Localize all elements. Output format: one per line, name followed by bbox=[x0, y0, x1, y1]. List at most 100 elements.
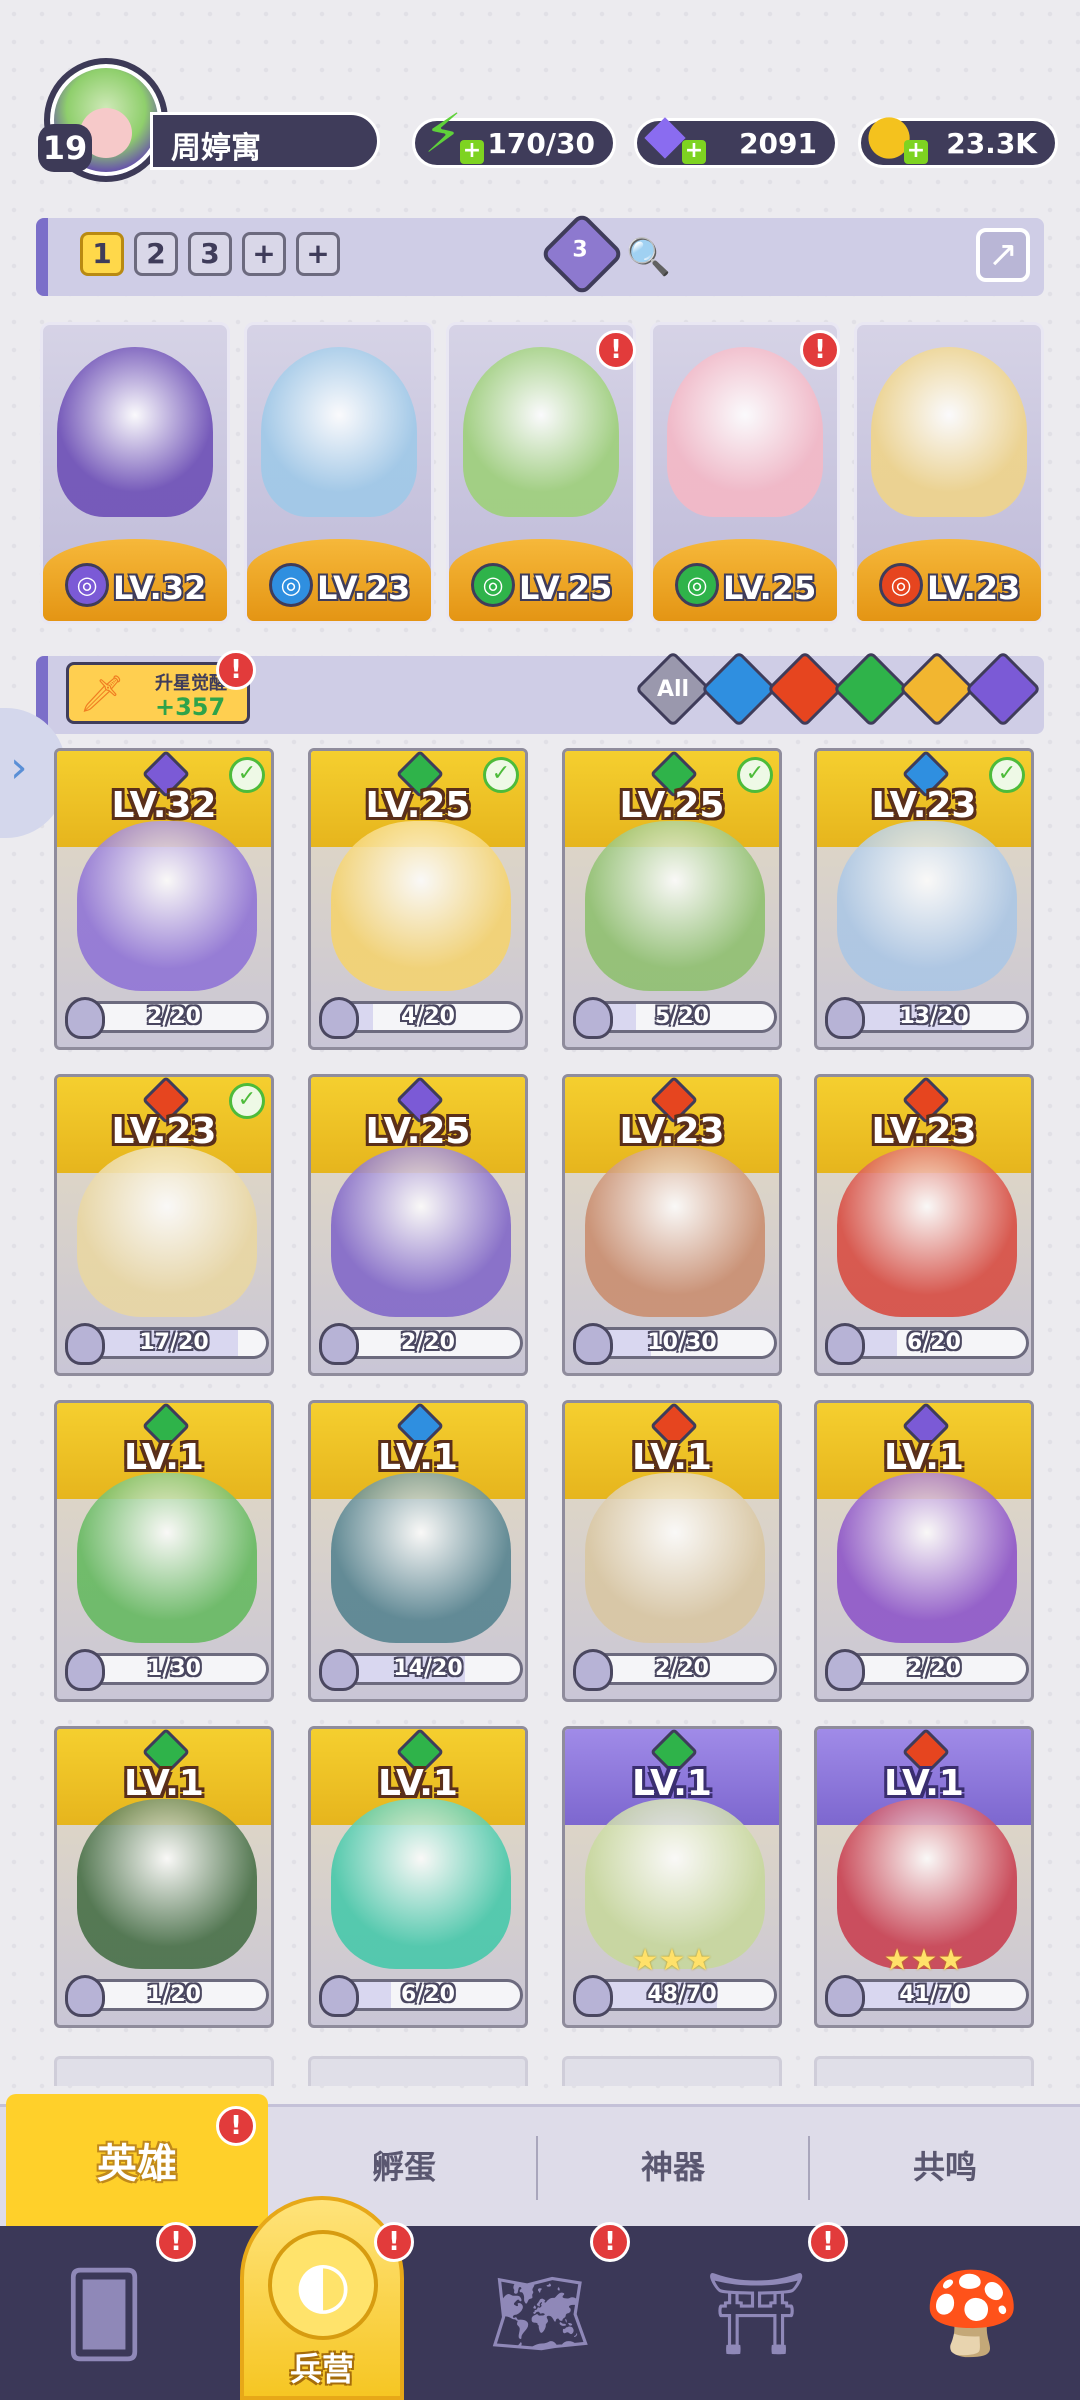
team-hero-card[interactable]: ◎ LV.23 bbox=[854, 322, 1044, 624]
hero-portrait bbox=[585, 821, 765, 991]
shard-icon bbox=[319, 1323, 359, 1365]
hero-portrait bbox=[261, 347, 417, 517]
magnifier-icon[interactable]: 🔍 bbox=[626, 236, 671, 278]
star-rating: ★★★ bbox=[883, 1943, 965, 1978]
hero-level: LV.25 bbox=[723, 569, 817, 607]
gold-plus-icon[interactable]: + bbox=[904, 140, 928, 164]
hero-level: LV.23 bbox=[317, 569, 411, 607]
shard-progress-text: 1/30 bbox=[147, 1656, 201, 1681]
hero-card[interactable]: LV.1 14/20 bbox=[308, 1400, 528, 1702]
check-icon: ✓ bbox=[737, 757, 773, 793]
team-slot-add-2[interactable]: + bbox=[296, 232, 340, 276]
shard-progress-text: 17/20 bbox=[139, 1330, 209, 1355]
hero-portrait bbox=[77, 821, 257, 991]
team-hero-card[interactable]: ◎ LV.32 bbox=[40, 322, 230, 624]
element-icon: ◎ bbox=[65, 563, 109, 607]
hero-level: LV.23 bbox=[619, 1111, 725, 1152]
hero-level: LV.1 bbox=[378, 1437, 458, 1478]
shard-progress-text: 48/70 bbox=[647, 1982, 717, 2007]
hero-card[interactable]: LV.1 2/20 bbox=[814, 1400, 1034, 1702]
shard-icon bbox=[825, 1649, 865, 1691]
hero-level: LV.1 bbox=[124, 1763, 204, 1804]
shard-progress-bar: 14/20 bbox=[333, 1653, 523, 1685]
shard-progress-bar: 4/20 bbox=[333, 1001, 523, 1033]
team-slot-2[interactable]: 2 bbox=[134, 232, 178, 276]
filter-label bbox=[781, 665, 829, 713]
shard-progress-text: 4/20 bbox=[401, 1004, 455, 1029]
temple-icon[interactable]: ⛩ bbox=[686, 2244, 826, 2384]
hero-portrait bbox=[77, 1799, 257, 1969]
shard-progress-text: 2/20 bbox=[907, 1656, 961, 1681]
hero-card[interactable]: LV.25 2/20 bbox=[308, 1074, 528, 1376]
hero-level: LV.1 bbox=[884, 1437, 964, 1478]
shard-icon bbox=[65, 1975, 105, 2017]
hero-card[interactable]: LV.25 ✓ 5/20 bbox=[562, 748, 782, 1050]
sword-icon: 🗡 bbox=[79, 674, 125, 715]
shard-progress-bar: 13/20 bbox=[839, 1001, 1029, 1033]
mushroom-icon[interactable]: 🍄 bbox=[902, 2244, 1042, 2384]
hero-card[interactable]: LV.1 ★★★ 48/70 bbox=[562, 1726, 782, 2028]
shard-progress-text: 10/30 bbox=[647, 1330, 717, 1355]
shard-progress-bar: 6/20 bbox=[839, 1327, 1029, 1359]
hero-level: LV.25 bbox=[519, 569, 613, 607]
team-hero-card[interactable]: ◎ LV.23 bbox=[244, 322, 434, 624]
hero-portrait bbox=[57, 347, 213, 517]
filter-label bbox=[715, 665, 763, 713]
hero-level: LV.1 bbox=[884, 1763, 964, 1804]
shard-progress-bar: 17/20 bbox=[79, 1327, 269, 1359]
hero-level: LV.32 bbox=[113, 569, 207, 607]
hero-card[interactable]: LV.32 ✓ 2/20 bbox=[54, 748, 274, 1050]
hero-card[interactable]: LV.1 1/20 bbox=[54, 1726, 274, 2028]
hero-card[interactable]: LV.23 10/30 bbox=[562, 1074, 782, 1376]
gem-plus-icon[interactable]: + bbox=[682, 140, 706, 164]
team-slot-3[interactable]: 3 bbox=[188, 232, 232, 276]
tab-resonance[interactable]: 共鸣 bbox=[810, 2104, 1080, 2226]
team-gem-count: 3 bbox=[572, 237, 588, 263]
map-book-icon[interactable]: 🗺 bbox=[470, 2244, 610, 2384]
shard-progress-text: 2/20 bbox=[401, 1330, 455, 1355]
element-icon: ◎ bbox=[269, 563, 313, 607]
nav-map-alert-icon: ! bbox=[590, 2222, 630, 2262]
check-icon: ✓ bbox=[229, 1083, 265, 1119]
barracks-icon: ◐ bbox=[268, 2230, 378, 2340]
hero-portrait bbox=[331, 1473, 511, 1643]
tab-artifact[interactable]: 神器 bbox=[538, 2104, 808, 2226]
hero-level: LV.1 bbox=[124, 1437, 204, 1478]
element-icon: ◎ bbox=[675, 563, 719, 607]
hero-card[interactable]: LV.23 6/20 bbox=[814, 1074, 1034, 1376]
awaken-alert-icon: ! bbox=[216, 650, 256, 690]
nav-barracks-alert-icon: ! bbox=[374, 2222, 414, 2262]
shard-progress-text: 6/20 bbox=[907, 1330, 961, 1355]
hero-level: LV.23 bbox=[927, 569, 1021, 607]
shard-icon bbox=[319, 997, 359, 1039]
hero-card[interactable]: LV.23 ✓ 13/20 bbox=[814, 748, 1034, 1050]
shard-progress-text: 6/20 bbox=[401, 1982, 455, 2007]
filter-label bbox=[979, 665, 1027, 713]
element-icon: ◎ bbox=[471, 563, 515, 607]
shard-progress-bar: 2/20 bbox=[333, 1327, 523, 1359]
hero-card[interactable]: LV.1 1/30 bbox=[54, 1400, 274, 1702]
cards-icon[interactable]: 🂠 bbox=[34, 2244, 174, 2384]
hero-card[interactable]: LV.23 ✓ 17/20 bbox=[54, 1074, 274, 1376]
hero-card[interactable]: LV.1 2/20 bbox=[562, 1400, 782, 1702]
hero-level: LV.1 bbox=[632, 1437, 712, 1478]
next-row-card bbox=[814, 2056, 1034, 2086]
share-icon[interactable]: ↗ bbox=[976, 228, 1030, 282]
energy-plus-icon[interactable]: + bbox=[460, 140, 484, 164]
hero-card[interactable]: LV.1 6/20 bbox=[308, 1726, 528, 2028]
shard-progress-text: 41/70 bbox=[899, 1982, 969, 2007]
hero-card[interactable]: LV.25 ✓ 4/20 bbox=[308, 748, 528, 1050]
shard-progress-text: 5/20 bbox=[655, 1004, 709, 1029]
shard-icon bbox=[825, 1975, 865, 2017]
hero-card[interactable]: LV.1 ★★★ 41/70 bbox=[814, 1726, 1034, 2028]
shard-progress-bar: 10/30 bbox=[587, 1327, 777, 1359]
shard-progress-text: 2/20 bbox=[147, 1004, 201, 1029]
hero-portrait bbox=[463, 347, 619, 517]
shard-progress-bar: 1/20 bbox=[79, 1979, 269, 2011]
hero-portrait bbox=[77, 1147, 257, 1317]
team-slot-add-1[interactable]: + bbox=[242, 232, 286, 276]
next-row-card bbox=[308, 2056, 528, 2086]
team-slot-1[interactable]: 1 bbox=[80, 232, 124, 276]
gem-value: 2091 bbox=[739, 127, 817, 160]
shard-progress-bar: 1/30 bbox=[79, 1653, 269, 1685]
